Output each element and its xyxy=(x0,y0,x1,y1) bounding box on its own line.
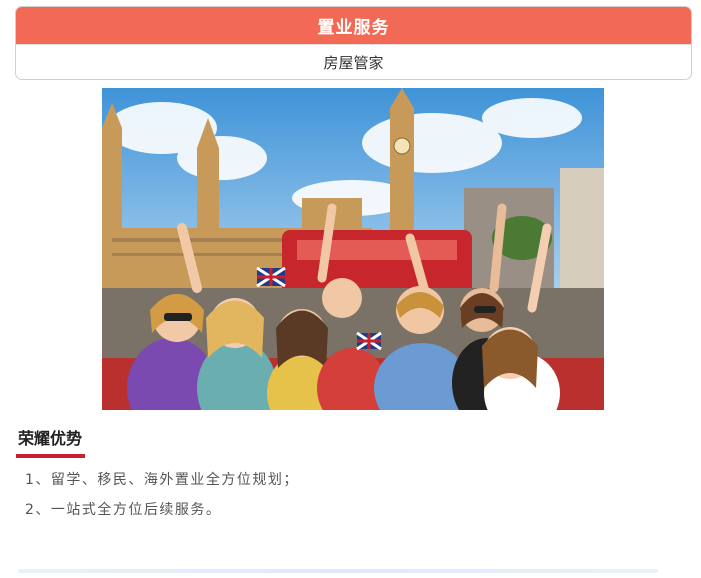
london-tour-bus-photo xyxy=(102,88,604,410)
section-title: 荣耀优势 xyxy=(16,425,86,458)
divider xyxy=(18,569,658,573)
service-card: 置业服务 房屋管家 xyxy=(15,6,692,80)
list-item: 1、留学、移民、海外置业全方位规划； xyxy=(25,472,299,488)
advantages-list: 1、留学、移民、海外置业全方位规划； 2、一站式全方位后续服务。 xyxy=(25,470,299,530)
list-item: 2、一站式全方位后续服务。 xyxy=(25,502,222,518)
service-card-title: 置业服务 xyxy=(16,7,691,44)
service-card-subtitle[interactable]: 房屋管家 xyxy=(16,44,691,79)
